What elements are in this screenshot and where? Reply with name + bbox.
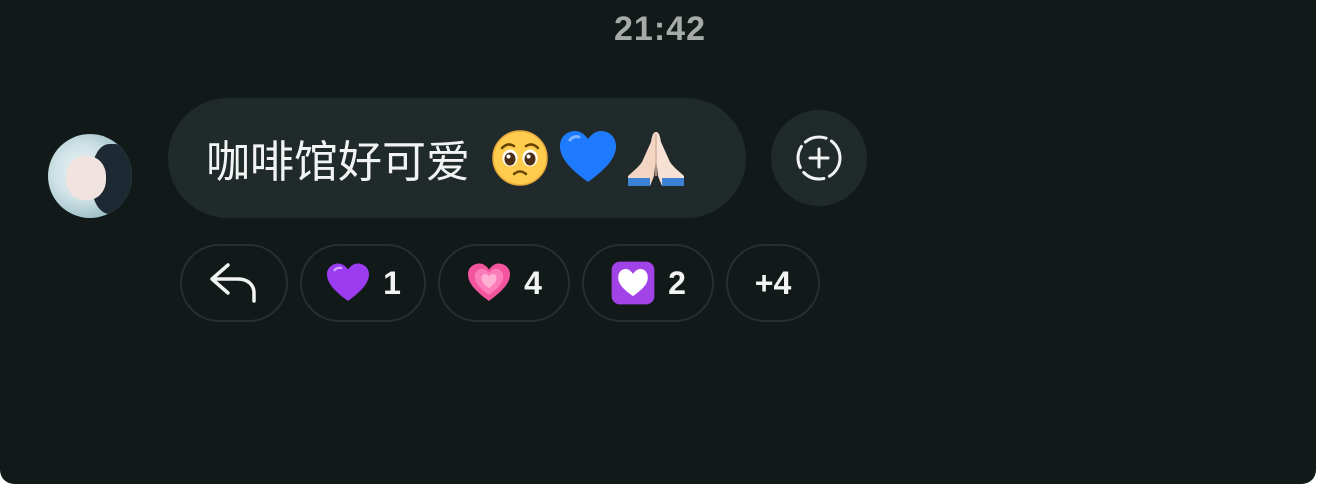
reaction-count: 1 xyxy=(383,264,401,301)
growing-heart-icon xyxy=(468,263,511,301)
add-reaction-icon xyxy=(796,135,842,181)
more-reactions-count: +4 xyxy=(754,264,792,301)
blue-heart-icon xyxy=(560,131,616,182)
more-reactions-chip[interactable]: +4 xyxy=(726,244,820,322)
message-text: 咖啡馆好可爱 xyxy=(206,137,470,188)
reaction-count: 2 xyxy=(668,264,686,301)
heart-box-icon xyxy=(611,261,655,305)
reaction-chip-growing-heart[interactable]: 4 xyxy=(438,244,570,322)
reaction-chip-purple-heart[interactable]: 1 xyxy=(300,244,426,322)
add-reaction-button[interactable] xyxy=(771,110,867,206)
reply-button[interactable] xyxy=(180,244,288,322)
message-bubble[interactable]: 咖啡馆好可爱 xyxy=(168,98,746,218)
reaction-count: 4 xyxy=(524,264,542,301)
chat-screen: 21:42 咖啡馆好可爱 1 4 2 +4 xyxy=(0,0,1316,484)
pleading-face-icon xyxy=(492,130,548,186)
message-timestamp: 21:42 xyxy=(614,10,706,48)
reaction-chip-heart-box[interactable]: 2 xyxy=(582,244,714,322)
avatar[interactable] xyxy=(48,134,132,218)
purple-heart-icon xyxy=(327,263,370,301)
folded-hands-icon xyxy=(628,132,684,186)
reply-arrow-icon xyxy=(210,263,256,303)
